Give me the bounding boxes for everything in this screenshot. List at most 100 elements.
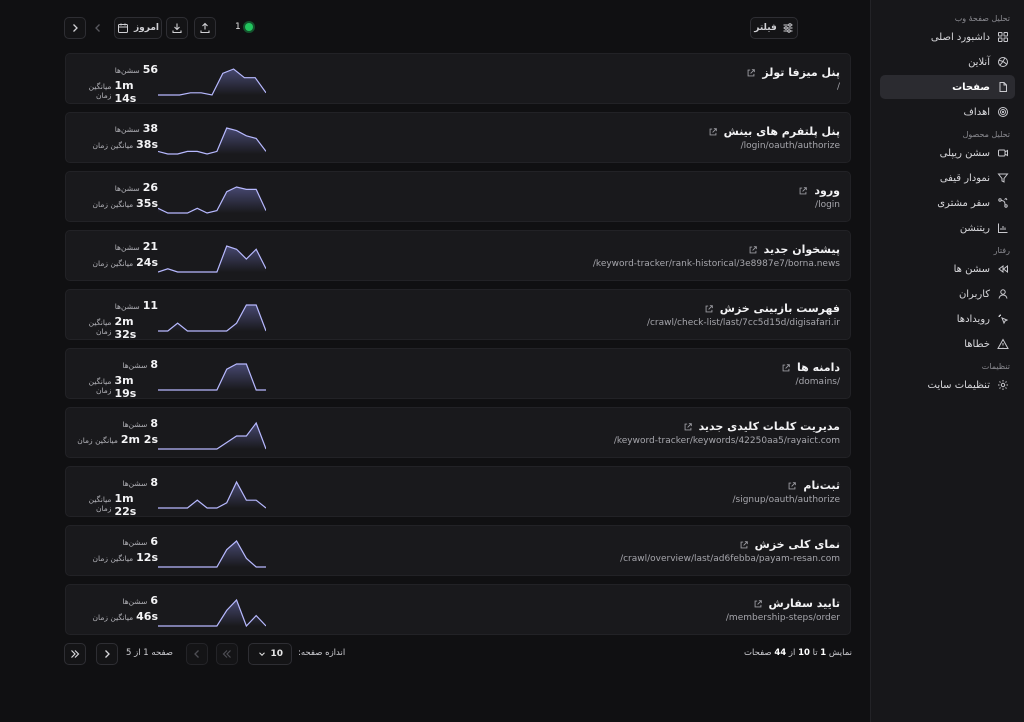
avg-time-value: 35s xyxy=(136,197,158,210)
sidebar-item-label: کاربران xyxy=(958,288,990,300)
avg-time-value: 2m 32s xyxy=(114,315,137,341)
page-row[interactable]: پیشخوان جدید/keyword-tracker/rank-histor… xyxy=(65,230,851,281)
sparkline-area xyxy=(158,69,266,95)
sliders-icon xyxy=(782,22,794,34)
pages-list: پنل میزفا تولز / 56 سشن‌ها 1m 14s میانگین… xyxy=(65,53,851,643)
page-title-text: پنل میزفا تولز xyxy=(762,66,840,79)
download-button[interactable] xyxy=(166,17,188,39)
trend-sparkline xyxy=(158,186,266,214)
page-row[interactable]: پنل پلتفرم های بینش/login/oauth/authoriz… xyxy=(65,112,851,163)
page-path: /signup/oauth/authorize xyxy=(732,495,841,505)
trend-sparkline xyxy=(158,480,266,509)
chevron-right-icon xyxy=(73,24,78,32)
page-stats: 56 سشن‌ها 1m 14s میانگین زمان xyxy=(72,63,158,105)
prev-page-button[interactable] xyxy=(186,643,208,665)
sidebar-item[interactable]: سشن ها xyxy=(880,257,1015,281)
prev-day-button[interactable] xyxy=(86,17,110,39)
page-stats: 6 سشن‌ها 46s میانگین زمان xyxy=(72,594,158,626)
page-row[interactable]: ورود/login 26 سشن‌ها 35s میانگین زمان xyxy=(65,171,851,222)
sparkline-area xyxy=(158,246,266,272)
sidebar-item[interactable]: ریتنشن xyxy=(880,216,1015,240)
sidebar-item-label: خطاها xyxy=(964,338,990,350)
showing-to-word: تا xyxy=(812,648,818,658)
sidebar-item[interactable]: اهداف xyxy=(880,100,1015,124)
page-row[interactable]: فهرست بازبینی خزش/crawl/check-list/last/… xyxy=(65,289,851,341)
filter-button[interactable]: فیلتر xyxy=(750,17,798,39)
page-title: تایید سفارش xyxy=(753,597,840,610)
sessions-label: سشن‌ها xyxy=(122,420,148,429)
page-title: مدیریت کلمات کلیدی جدید xyxy=(683,420,840,433)
showing-suffix: صفحات xyxy=(744,648,772,658)
external-link-icon[interactable] xyxy=(753,599,763,609)
external-link-icon[interactable] xyxy=(781,363,791,373)
sidebar-item-label: آنلاین xyxy=(968,56,990,68)
page-row[interactable]: پنل میزفا تولز / 56 سشن‌ها 1m 14s میانگین… xyxy=(65,53,851,105)
page-path: /keyword-tracker/keywords/42250aa5/rayai… xyxy=(613,436,840,446)
trend-sparkline xyxy=(158,245,266,273)
chart-icon xyxy=(997,222,1009,234)
external-link-icon[interactable] xyxy=(708,127,718,137)
sidebar-item[interactable]: خطاها xyxy=(880,332,1015,356)
sessions-count: 8 xyxy=(150,417,158,430)
last-page-button[interactable] xyxy=(64,643,86,665)
sidebar-item[interactable]: صفحات xyxy=(880,75,1015,99)
next-page-button[interactable] xyxy=(96,643,118,665)
page-stats: 11 سشن‌ها 2m 32s میانگین زمان xyxy=(72,299,158,341)
page-stats: 26 سشن‌ها 35s میانگین زمان xyxy=(72,181,158,213)
page-title: پیشخوان جدید xyxy=(748,243,840,256)
page-row[interactable]: مدیریت کلمات کلیدی جدید/keyword-tracker/… xyxy=(65,407,851,458)
sidebar-item-label: نمودار قیفی xyxy=(939,172,990,184)
external-link-icon[interactable] xyxy=(683,422,693,432)
page-stats: 8 سشن‌ها 3m 19s میانگین زمان xyxy=(72,358,158,400)
user-icon xyxy=(997,288,1009,300)
sidebar-item[interactable]: تنظیمات سایت xyxy=(880,373,1015,397)
sidebar-group-label: تحلیل صفحهٔ وب xyxy=(954,14,1010,23)
sidebar-item[interactable]: سفر مشتری xyxy=(880,191,1015,215)
sidebar-item[interactable]: داشبورد اصلی xyxy=(880,25,1015,49)
date-picker-button[interactable]: امروز xyxy=(114,17,162,39)
page-row[interactable]: ثبت‌نام/signup/oauth/authorize 8 سشن‌ها … xyxy=(65,466,851,518)
avg-time-label: میانگین زمان xyxy=(88,82,112,100)
external-link-icon[interactable] xyxy=(746,68,756,78)
sidebar-group-label: تحلیل محصول xyxy=(962,130,1010,139)
first-page-button[interactable] xyxy=(216,643,238,665)
page-path: /login/oauth/authorize xyxy=(740,141,840,151)
showing-total: 44 xyxy=(774,648,787,658)
sidebar-item[interactable]: سشن ریپلی xyxy=(880,141,1015,165)
share-button[interactable] xyxy=(194,17,216,39)
page-title: دامنه ها xyxy=(781,361,840,374)
avg-time-label: میانگین زمان xyxy=(92,259,134,268)
sessions-stat: 21 سشن‌ها xyxy=(72,240,158,256)
external-link-icon[interactable] xyxy=(787,481,797,491)
avg-time-label: میانگین زمان xyxy=(92,554,134,563)
trend-sparkline xyxy=(158,304,266,332)
trend-sparkline xyxy=(158,127,266,155)
avg-time-stat: 38s میانگین زمان xyxy=(72,138,158,154)
target-icon xyxy=(997,106,1009,118)
online-icon xyxy=(997,56,1009,68)
sidebar-item-label: سفر مشتری xyxy=(937,197,990,209)
external-link-icon[interactable] xyxy=(748,245,758,255)
page-size-select[interactable]: 10 xyxy=(248,643,292,665)
sidebar-item[interactable]: آنلاین xyxy=(880,50,1015,74)
pagination: صفحه 1 از 5 10 اندازه صفحه: نمایش 1 تا 1… xyxy=(64,643,852,665)
sessions-stat: 11 سشن‌ها xyxy=(72,299,158,315)
external-link-icon[interactable] xyxy=(798,186,808,196)
avg-time-stat: 1m 22s میانگین زمان xyxy=(72,492,158,518)
page-path: /keyword-tracker/rank-historical/3e8987e… xyxy=(592,259,840,269)
next-day-button[interactable] xyxy=(64,17,86,39)
external-link-icon[interactable] xyxy=(704,304,714,314)
page-row[interactable]: تایید سفارش/membership-steps/order 6 سشن… xyxy=(65,584,851,635)
sidebar-item[interactable]: کاربران xyxy=(880,282,1015,306)
sidebar-item[interactable]: رویدادها xyxy=(880,307,1015,331)
sidebar-item-label: سشن ها xyxy=(953,263,990,275)
trend-sparkline xyxy=(158,540,266,568)
avg-time-stat: 24s میانگین زمان xyxy=(72,256,158,272)
journey-icon xyxy=(997,197,1009,209)
external-link-icon[interactable] xyxy=(739,540,749,550)
rewind-icon xyxy=(997,263,1009,275)
page-row[interactable]: نمای کلی خزش/crawl/overview/last/ad6febb… xyxy=(65,525,851,576)
page-row[interactable]: دامنه ها/domains/ 8 سشن‌ها 3m 19s میانگی… xyxy=(65,348,851,400)
trend-sparkline xyxy=(158,363,266,391)
sidebar-item[interactable]: نمودار قیفی xyxy=(880,166,1015,190)
